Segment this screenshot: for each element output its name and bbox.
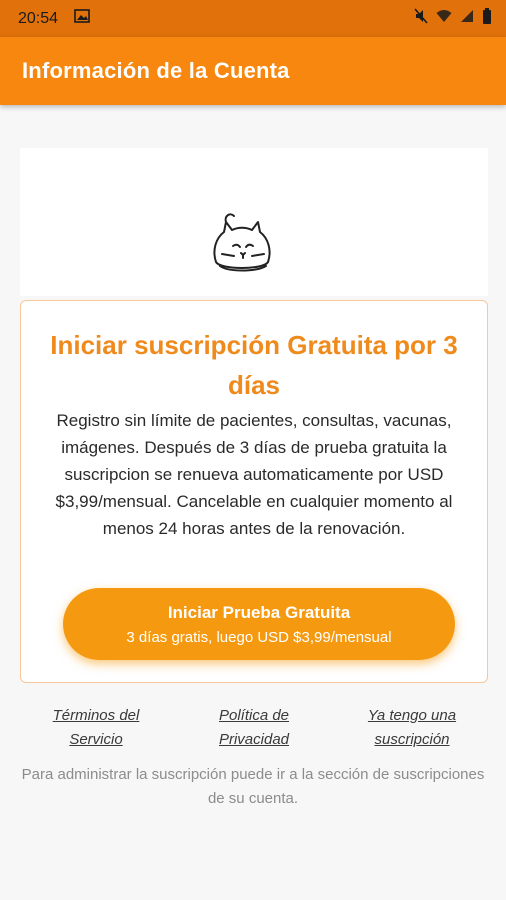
legal-links: Términos del Servicio Política de Privac… (0, 704, 506, 754)
manage-subscription-note: Para administrar la suscripción puede ir… (21, 766, 485, 807)
status-bar: 20:54 (0, 0, 506, 37)
page-title: Información de la Cuenta (22, 58, 290, 83)
status-left: 20:54 (18, 9, 90, 28)
logo-area (20, 148, 488, 296)
privacy-link[interactable]: Política de Privacidad (184, 704, 324, 752)
subscription-card: Iniciar suscripción Gratuita por 3 días … (20, 300, 488, 683)
start-free-trial-sublabel: 3 días gratis, luego USD $3,99/mensual (126, 628, 392, 646)
battery-icon (482, 8, 492, 29)
app-bar: Información de la Cuenta (0, 37, 506, 105)
signal-icon (460, 9, 474, 28)
start-free-trial-label: Iniciar Prueba Gratuita (167, 602, 351, 622)
start-free-trial-button[interactable]: Iniciar Prueba Gratuita 3 días gratis, l… (63, 588, 455, 660)
offer-title: Iniciar suscripción Gratuita por 3 días (50, 330, 458, 400)
restore-subscription-link[interactable]: Ya tengo una suscripción (342, 704, 482, 752)
cat-logo-icon (213, 213, 271, 272)
terms-link[interactable]: Términos del Servicio (26, 704, 166, 752)
image-icon (74, 9, 90, 28)
status-time: 20:54 (18, 9, 59, 27)
status-right (414, 8, 492, 29)
mute-icon (414, 8, 428, 29)
wifi-icon (436, 9, 452, 28)
offer-description: Registro sin límite de pacientes, consul… (55, 411, 453, 538)
